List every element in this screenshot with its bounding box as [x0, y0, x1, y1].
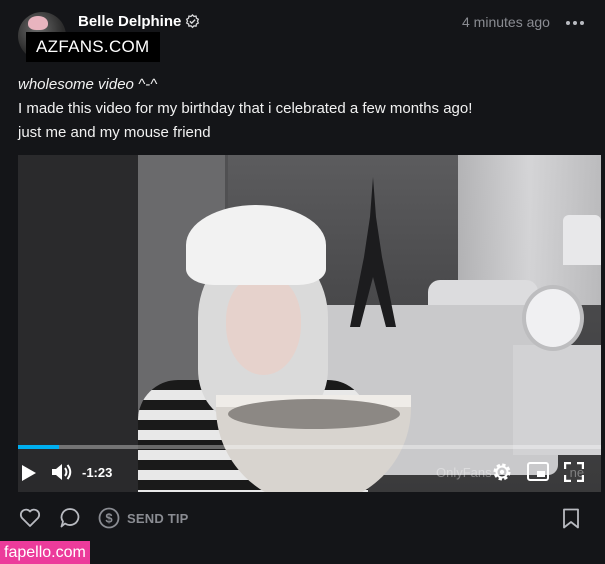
settings-icon[interactable] — [491, 461, 513, 483]
video-scene-chef-hat — [186, 205, 326, 285]
video-scene-frame — [522, 285, 584, 351]
post-text: wholesome video ^-^ I made this video fo… — [18, 73, 472, 145]
verified-icon — [185, 14, 200, 29]
video-scene-face — [226, 275, 301, 375]
volume-icon[interactable] — [51, 462, 73, 482]
author-name[interactable]: Belle Delphine — [78, 13, 181, 30]
fullscreen-icon[interactable] — [564, 462, 584, 482]
like-icon[interactable] — [19, 508, 41, 528]
comment-icon[interactable] — [59, 507, 81, 529]
video-watermark-brand: OnlyFans — [436, 465, 492, 480]
send-tip-label: SEND TIP — [127, 510, 189, 526]
video-time-remaining: -1:23 — [82, 465, 113, 480]
post-title: wholesome video ^-^ — [18, 76, 158, 93]
post-timestamp: 4 minutes ago — [462, 14, 550, 30]
video-scene-wall — [18, 155, 138, 492]
video-scene-lamp — [563, 215, 601, 265]
site-badge-watermark: fapello.com — [0, 541, 90, 564]
dollar-icon: $ — [98, 507, 120, 529]
bookmark-icon[interactable] — [562, 508, 580, 529]
video-scene-bowl-inner — [228, 399, 400, 429]
video-scene-eiffel — [350, 177, 396, 327]
watermark-top: AZFANS.COM — [26, 32, 160, 62]
pip-icon[interactable] — [527, 462, 549, 481]
post-body-line: I made this video for my birthday that i… — [18, 100, 473, 117]
post-card: Belle Delphine ne AZFANS.COM 4 minutes a… — [0, 0, 605, 564]
more-icon[interactable] — [566, 18, 584, 28]
send-tip-button[interactable]: $ SEND TIP — [98, 506, 189, 530]
svg-text:$: $ — [105, 511, 113, 526]
play-icon[interactable] — [21, 464, 37, 482]
video-progress-bar[interactable] — [18, 445, 601, 449]
video-player[interactable]: OnlyFans ne -1:23 — [18, 155, 601, 492]
video-scene-nightstand — [513, 345, 601, 455]
post-body-line: just me and my mouse friend — [18, 124, 211, 141]
avatar-pig-hat — [28, 16, 48, 30]
video-progress-fill — [18, 445, 59, 449]
